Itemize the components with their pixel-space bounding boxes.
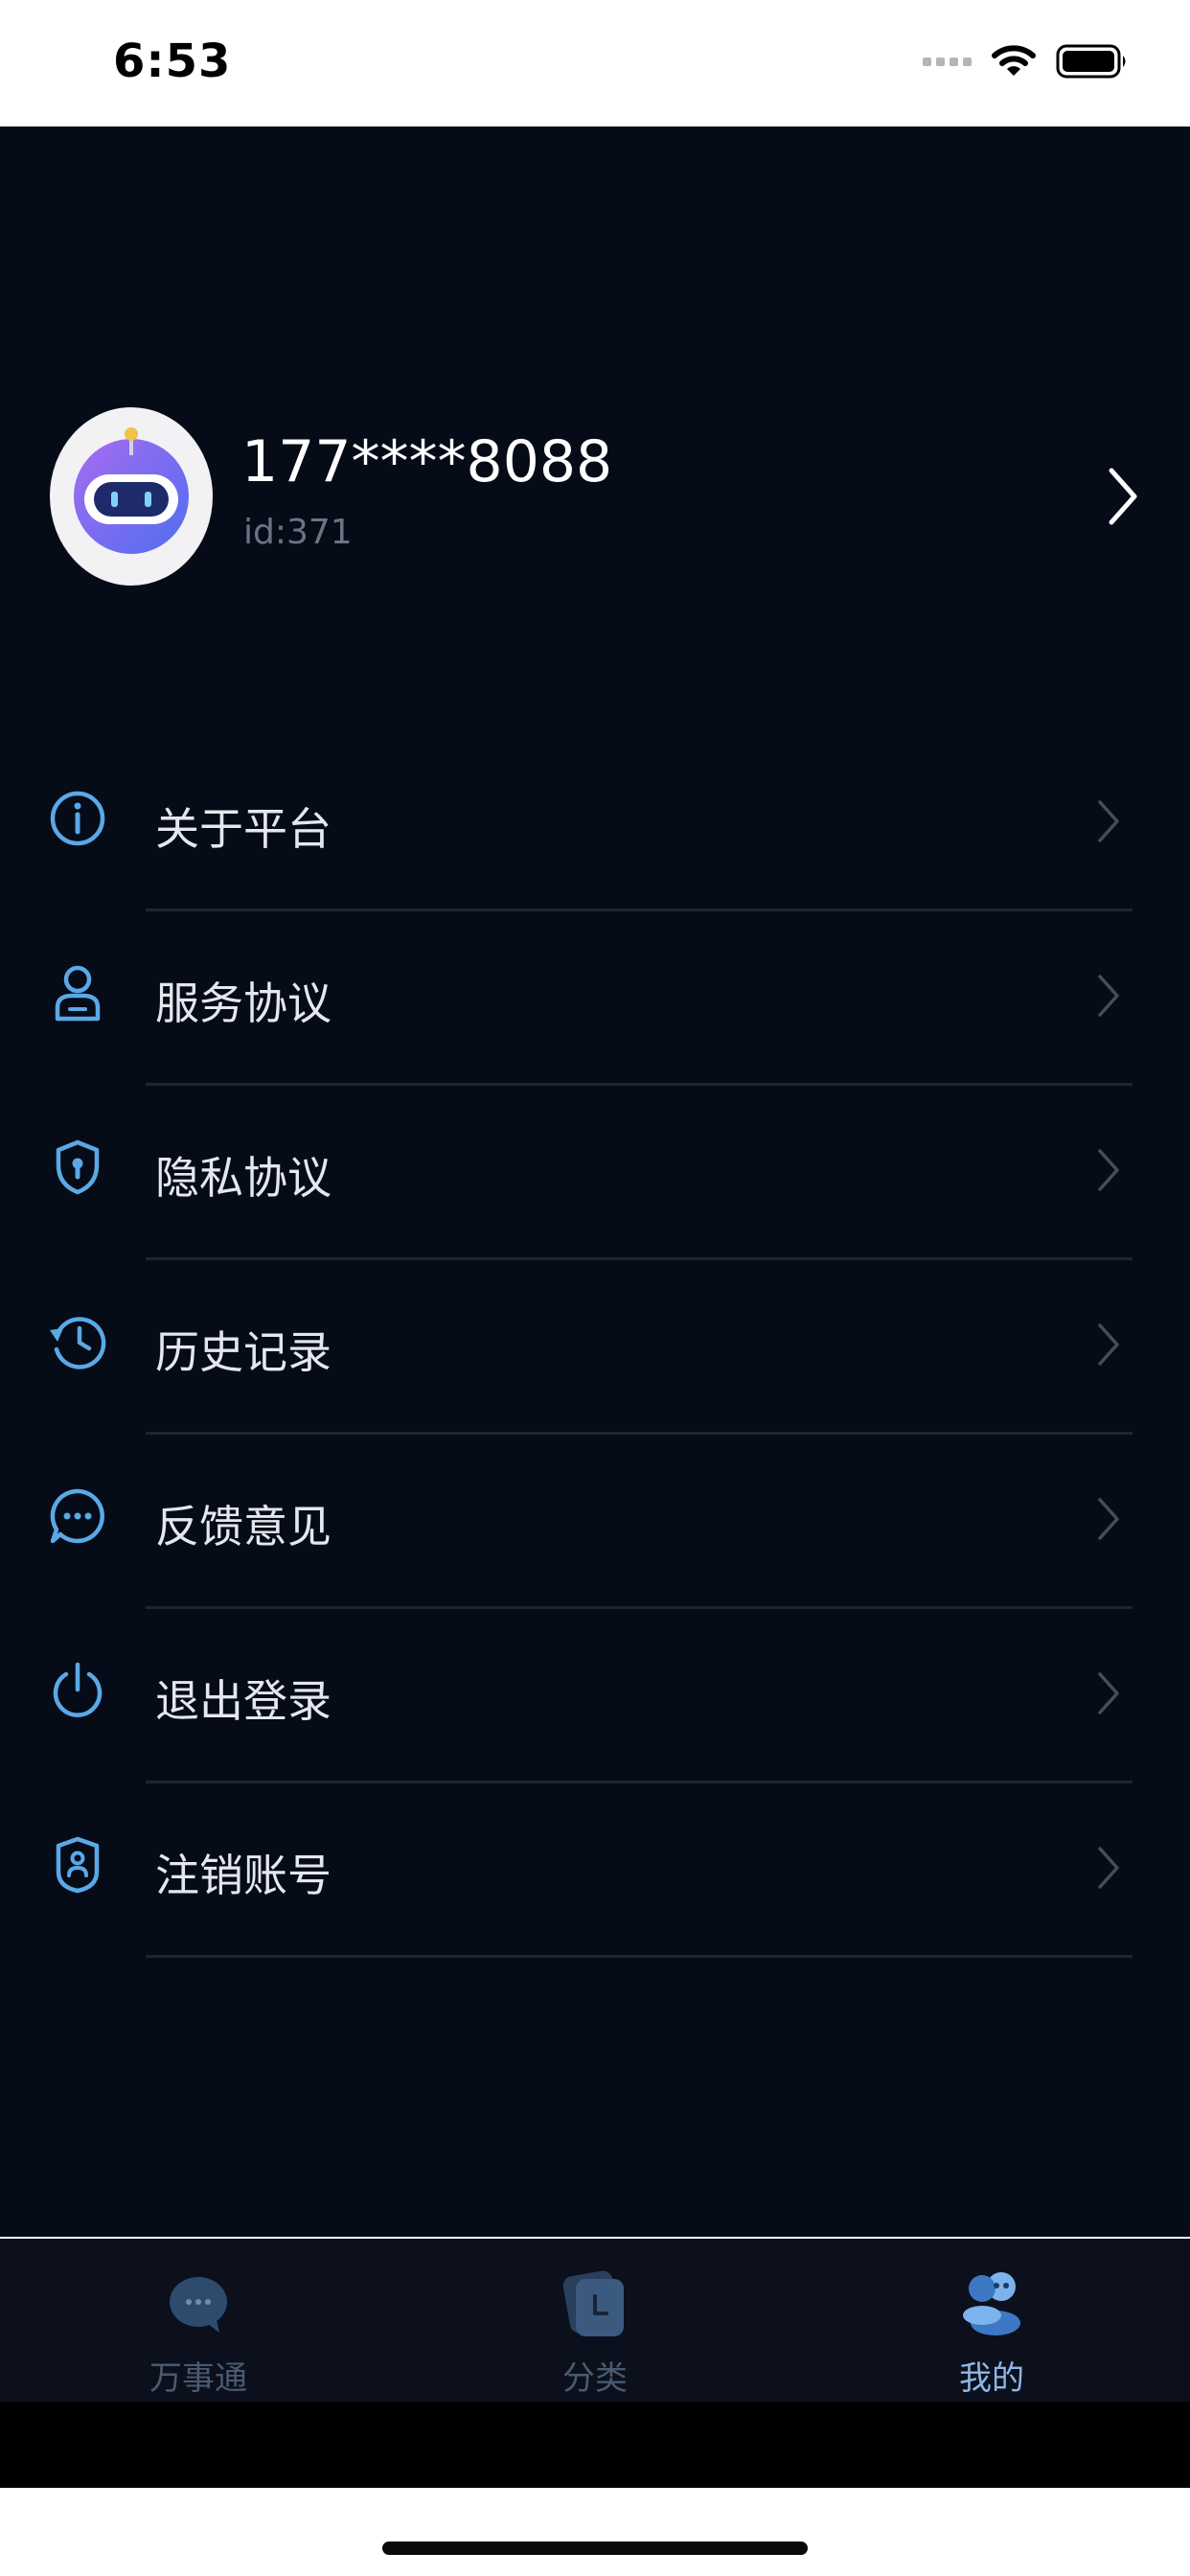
chevron-right-icon — [1098, 975, 1119, 1017]
menu-label: 隐私协议 — [155, 1152, 332, 1204]
battery-icon — [1056, 43, 1129, 80]
main-content: 177****8088 id:371 关于平台 服务协议 隐私协议 历史记录 反… — [0, 126, 1190, 2237]
profile-header[interactable]: 177****8088 id:371 — [50, 407, 1142, 589]
tab-label: 我的 — [959, 2359, 1024, 2398]
tab-category[interactable]: 分类 — [397, 2239, 793, 2402]
history-icon — [48, 1310, 107, 1373]
menu-label: 注销账号 — [155, 1850, 332, 1901]
chevron-right-icon[interactable] — [1104, 465, 1142, 528]
home-indicator[interactable] — [382, 2542, 808, 2555]
user-icon — [48, 961, 107, 1024]
menu-label: 反馈意见 — [155, 1501, 332, 1552]
menu-item-privacy-agreement[interactable]: 隐私协议 — [0, 1086, 1190, 1260]
home-indicator-area — [0, 2488, 1190, 2576]
status-bar: 6:53 — [0, 0, 1190, 126]
chat-icon — [48, 1484, 107, 1548]
tab-label: 万事通 — [149, 2359, 247, 2398]
menu-label: 关于平台 — [155, 803, 332, 855]
tab-assistant[interactable]: 万事通 — [0, 2239, 397, 2402]
tab-mine[interactable]: 我的 — [793, 2239, 1190, 2402]
shield-lock-icon — [48, 1136, 107, 1199]
divider — [146, 1955, 1133, 1958]
shield-user-icon — [48, 1833, 107, 1897]
menu-item-about[interactable]: 关于平台 — [0, 737, 1190, 911]
bottom-tab-bar: 万事通 分类 我的 — [0, 2239, 1190, 2402]
menu-item-history[interactable]: 历史记录 — [0, 1260, 1190, 1435]
status-indicators — [923, 42, 1129, 80]
menu-item-delete-account[interactable]: 注销账号 — [0, 1783, 1190, 1958]
chevron-right-icon — [1098, 1149, 1119, 1191]
menu-label: 历史记录 — [155, 1326, 332, 1378]
wifi-icon — [991, 44, 1037, 79]
avatar[interactable] — [50, 407, 213, 586]
profile-icon — [963, 2272, 1020, 2335]
menu-item-service-agreement[interactable]: 服务协议 — [0, 911, 1190, 1086]
category-icon — [562, 2270, 624, 2336]
chevron-right-icon — [1098, 800, 1119, 842]
tab-label: 分类 — [562, 2359, 628, 2398]
menu-label: 退出登录 — [155, 1675, 332, 1727]
cellular-signal-icon — [923, 57, 972, 66]
bottom-band — [0, 2402, 1190, 2488]
user-id: id:371 — [243, 513, 353, 552]
info-icon — [48, 787, 107, 850]
chevron-right-icon — [1098, 1323, 1119, 1366]
status-time: 6:53 — [113, 34, 232, 88]
menu-item-logout[interactable]: 退出登录 — [0, 1609, 1190, 1783]
user-phone: 177****8088 — [241, 428, 613, 495]
chevron-right-icon — [1098, 1672, 1119, 1714]
power-icon — [48, 1659, 107, 1722]
settings-menu: 关于平台 服务协议 隐私协议 历史记录 反馈意见 退出登录 注销账号 — [0, 737, 1190, 1958]
chevron-right-icon — [1098, 1498, 1119, 1540]
menu-item-feedback[interactable]: 反馈意见 — [0, 1435, 1190, 1609]
chevron-right-icon — [1098, 1847, 1119, 1889]
menu-label: 服务协议 — [155, 978, 332, 1029]
chat-bubble-icon — [170, 2277, 227, 2333]
